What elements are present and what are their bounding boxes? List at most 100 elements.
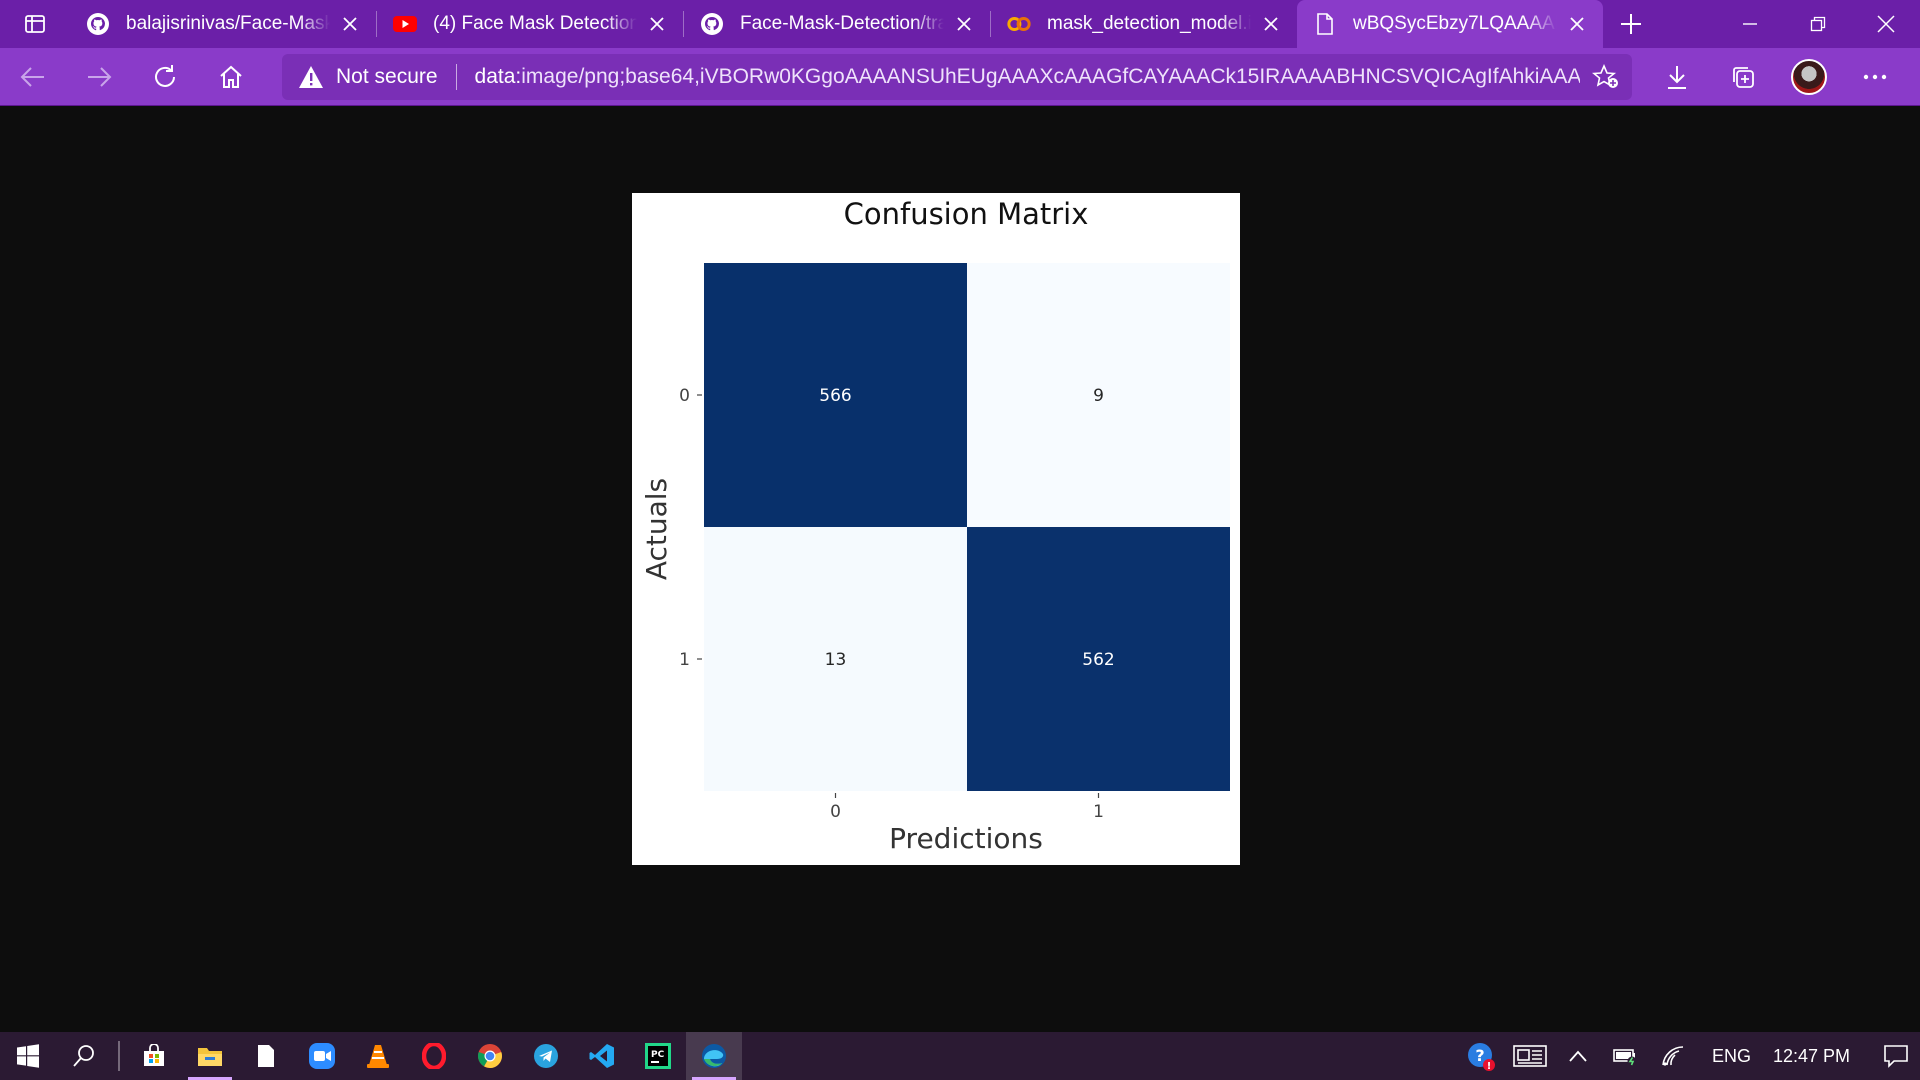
taskbar: PC ?! ENG 12:47 PM bbox=[0, 1032, 1920, 1080]
chrome-button[interactable] bbox=[462, 1032, 518, 1080]
vscode-button[interactable] bbox=[574, 1032, 630, 1080]
tab-actions-icon bbox=[25, 15, 45, 33]
notification-icon bbox=[1884, 1045, 1908, 1068]
x-axis-label: Predictions bbox=[889, 822, 1043, 855]
warning-icon[interactable] bbox=[298, 65, 324, 89]
close-tab-icon[interactable] bbox=[1259, 12, 1283, 36]
edge-button[interactable] bbox=[686, 1032, 742, 1080]
help-tray-button[interactable]: ?! bbox=[1458, 1032, 1506, 1080]
colab-icon bbox=[1007, 12, 1031, 36]
download-icon bbox=[1668, 65, 1686, 89]
home-icon bbox=[220, 65, 242, 88]
telegram-button[interactable] bbox=[518, 1032, 574, 1080]
vscode-icon bbox=[589, 1044, 614, 1068]
tab-title: (4) Face Mask Detection using Python bbox=[433, 13, 637, 34]
news-tray-button[interactable] bbox=[1506, 1032, 1554, 1080]
collections-button[interactable] bbox=[1710, 48, 1776, 106]
chevron-up-icon bbox=[1569, 1050, 1587, 1062]
battery-charging-icon bbox=[1613, 1049, 1637, 1066]
vlc-icon bbox=[367, 1045, 389, 1068]
file-explorer-button[interactable] bbox=[182, 1032, 238, 1080]
address-bar[interactable]: Not secure data:image/png;base64,iVBORw0… bbox=[282, 53, 1632, 100]
close-tab-icon[interactable] bbox=[952, 12, 976, 36]
x-tick-label: 0 bbox=[830, 802, 841, 822]
wifi-tray-button[interactable] bbox=[1650, 1032, 1698, 1080]
star-add-icon bbox=[1592, 63, 1618, 88]
svg-text:?: ? bbox=[1475, 1046, 1484, 1065]
security-label[interactable]: Not secure bbox=[336, 65, 438, 89]
toolbar-right bbox=[1644, 48, 1908, 106]
close-icon bbox=[1877, 15, 1895, 33]
window-controls bbox=[1716, 0, 1920, 48]
opera-button[interactable] bbox=[406, 1032, 462, 1080]
x-tick-label: 1 bbox=[1093, 802, 1104, 822]
url-text[interactable]: data:image/png;base64,iVBORw0KGgoAAAANSU… bbox=[475, 65, 1580, 89]
close-tab-icon[interactable] bbox=[1565, 12, 1589, 36]
zoom-button[interactable] bbox=[294, 1032, 350, 1080]
windows-start-button[interactable] bbox=[0, 1032, 56, 1080]
cell-value-label: 566 bbox=[819, 386, 851, 406]
svg-text:PC: PC bbox=[651, 1050, 665, 1060]
tab-data-image[interactable]: wBQSycEbzy7LQAAAABJRU5ErkJggg== bbox=[1297, 0, 1603, 48]
search-icon bbox=[73, 1045, 94, 1067]
tab-github-face-mask[interactable]: balajisrinivas/Face-Mask-Detection bbox=[70, 0, 376, 48]
vlc-button[interactable] bbox=[350, 1032, 406, 1080]
back-button[interactable] bbox=[0, 48, 66, 106]
microsoft-store-button[interactable] bbox=[126, 1032, 182, 1080]
chrome-icon bbox=[478, 1044, 502, 1068]
cell-value-label: 562 bbox=[1082, 650, 1114, 670]
search-button[interactable] bbox=[56, 1032, 112, 1080]
microsoft-store-icon bbox=[144, 1044, 164, 1066]
svg-text:!: ! bbox=[1487, 1061, 1492, 1072]
close-tab-icon[interactable] bbox=[338, 12, 362, 36]
add-favorite-button[interactable] bbox=[1580, 63, 1632, 90]
file-explorer-icon bbox=[198, 1048, 222, 1066]
new-tab-button[interactable] bbox=[1603, 0, 1659, 48]
tab-github-train[interactable]: Face-Mask-Detection/train_mask_detector.… bbox=[684, 0, 990, 48]
y-tick-label: 1 bbox=[679, 650, 690, 670]
refresh-button[interactable] bbox=[132, 48, 198, 106]
tab-youtube[interactable]: (4) Face Mask Detection using Python bbox=[377, 0, 683, 48]
tab-strip: balajisrinivas/Face-Mask-Detection (4) F… bbox=[0, 0, 1920, 48]
forward-button[interactable] bbox=[66, 48, 132, 106]
show-hidden-icons-button[interactable] bbox=[1554, 1032, 1602, 1080]
system-tray: ?! ENG 12:47 PM bbox=[1458, 1032, 1920, 1080]
notepad-button[interactable] bbox=[238, 1032, 294, 1080]
plus-icon bbox=[1621, 14, 1641, 34]
url-rest: image/png;base64,iVBORw0KGgoAAAANSUhEUgA… bbox=[521, 64, 1580, 88]
tab-colab[interactable]: mask_detection_model.ipynb - Colaborator… bbox=[991, 0, 1297, 48]
home-button[interactable] bbox=[198, 48, 264, 106]
close-window-button[interactable] bbox=[1852, 0, 1920, 48]
zoom-icon bbox=[309, 1043, 335, 1069]
url-scheme: data: bbox=[474, 64, 522, 88]
taskbar-divider bbox=[118, 1041, 120, 1071]
restore-icon bbox=[1810, 16, 1826, 32]
more-icon bbox=[1863, 74, 1887, 79]
pycharm-icon: PC bbox=[645, 1043, 671, 1069]
chart-title: Confusion Matrix bbox=[844, 197, 1089, 231]
confusion-matrix-chart: Confusion Matrix 566 9 13 562 0 1 0 1 Predictio… bbox=[640, 197, 1230, 855]
profile-button[interactable] bbox=[1776, 48, 1842, 106]
help-icon: ?! bbox=[1467, 1043, 1495, 1072]
minimize-button[interactable] bbox=[1716, 0, 1784, 48]
battery-tray-button[interactable] bbox=[1602, 1032, 1650, 1080]
cell-value-label: 9 bbox=[1093, 386, 1104, 406]
cell-value-label: 13 bbox=[825, 650, 847, 670]
downloads-button[interactable] bbox=[1644, 48, 1710, 106]
tab-title: balajisrinivas/Face-Mask-Detection bbox=[126, 13, 330, 34]
telegram-icon bbox=[534, 1044, 558, 1068]
tab-title: wBQSycEbzy7LQAAAABJRU5ErkJggg== bbox=[1353, 13, 1557, 34]
language-indicator[interactable]: ENG bbox=[1698, 1046, 1765, 1067]
action-center-button[interactable] bbox=[1872, 1032, 1920, 1080]
notepad-icon bbox=[258, 1045, 274, 1067]
clock[interactable]: 12:47 PM bbox=[1765, 1046, 1872, 1067]
minimize-icon bbox=[1743, 23, 1757, 25]
collections-icon bbox=[1733, 66, 1754, 88]
pycharm-button[interactable]: PC bbox=[630, 1032, 686, 1080]
youtube-icon bbox=[393, 12, 417, 36]
arrow-right-icon bbox=[88, 66, 112, 87]
close-tab-icon[interactable] bbox=[645, 12, 669, 36]
restore-button[interactable] bbox=[1784, 0, 1852, 48]
more-button[interactable] bbox=[1842, 48, 1908, 106]
tab-actions-button[interactable] bbox=[0, 0, 70, 48]
